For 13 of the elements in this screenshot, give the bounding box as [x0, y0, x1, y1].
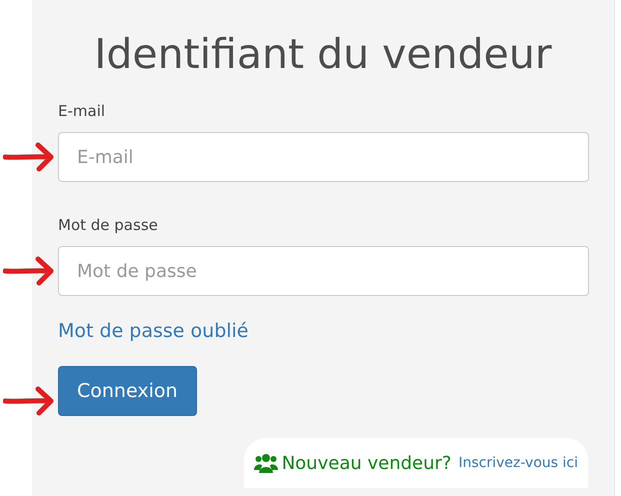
field-label: Mot de passe [58, 216, 158, 234]
page-title: Identifiant du vendeur [94, 29, 552, 80]
input-field[interactable]: Mot de passe [58, 246, 589, 296]
arrow-icon [3, 141, 55, 173]
arrow-icon [3, 385, 55, 417]
arrow-icon [3, 255, 55, 287]
input-field[interactable]: E-mail [58, 132, 589, 182]
signup-link[interactable]: Inscrivez-vous ici [458, 455, 578, 471]
signup-prompt: Nouveau vendeur? [282, 452, 452, 474]
users-icon [254, 453, 278, 473]
forgot-password-link[interactable]: Mot de passe oublié [58, 320, 249, 342]
login-button[interactable]: Connexion [58, 366, 197, 416]
field-label: E-mail [58, 102, 106, 120]
